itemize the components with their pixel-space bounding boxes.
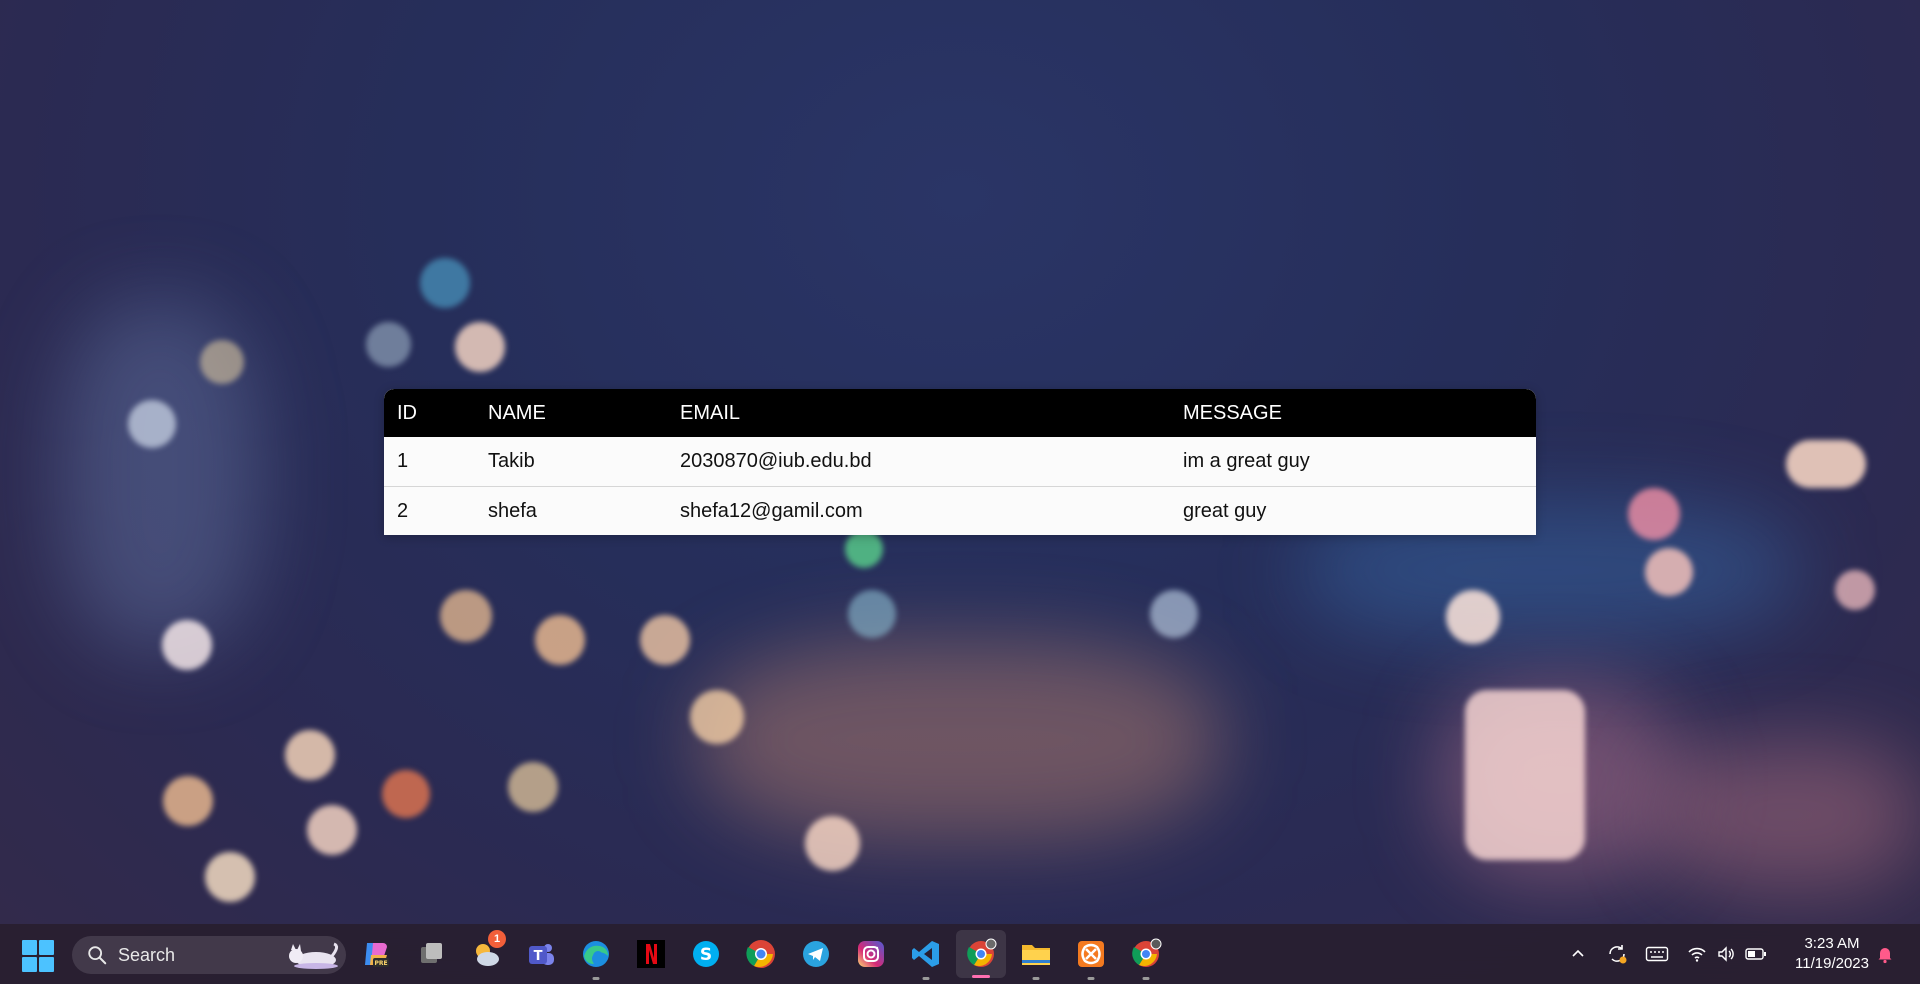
notification-badge: 1 bbox=[488, 930, 506, 948]
windows-logo-icon bbox=[22, 940, 37, 955]
battery-icon[interactable] bbox=[1743, 941, 1769, 967]
cell-name: shefa bbox=[488, 499, 537, 522]
cell-email: shefa12@gamil.com bbox=[680, 499, 863, 522]
start-button[interactable] bbox=[22, 940, 54, 972]
cell-id: 1 bbox=[397, 450, 409, 472]
keyboard-icon[interactable] bbox=[1644, 941, 1670, 967]
search-highlight-cat-icon bbox=[289, 942, 339, 969]
cell-name: Takib bbox=[488, 450, 535, 472]
cell-email: 2030870@iub.edu.bd bbox=[680, 450, 872, 472]
clock-time: 3:23 AM bbox=[1804, 935, 1860, 952]
cell-id: 2 bbox=[397, 499, 409, 522]
table-row: 2 shefa shefa12@gamil.com great guy bbox=[384, 486, 1536, 535]
teams-icon[interactable]: T bbox=[523, 936, 559, 972]
svg-text:S: S bbox=[700, 945, 712, 965]
copilot-icon[interactable]: PRE bbox=[358, 936, 394, 972]
search-icon bbox=[88, 946, 107, 965]
svg-text:PRE: PRE bbox=[374, 960, 387, 967]
column-header-name: NAME bbox=[488, 401, 546, 424]
chrome-icon[interactable] bbox=[743, 936, 779, 972]
file-explorer-icon[interactable] bbox=[1018, 936, 1054, 980]
column-header-message: MESSAGE bbox=[1183, 401, 1282, 424]
taskbar-search-box[interactable]: Search bbox=[72, 936, 346, 974]
volume-icon[interactable] bbox=[1713, 941, 1739, 967]
svg-text:T: T bbox=[534, 949, 543, 964]
instagram-icon[interactable] bbox=[853, 936, 889, 972]
task-view-icon[interactable] bbox=[413, 936, 449, 972]
column-header-id: ID bbox=[397, 401, 417, 424]
edge-icon[interactable] bbox=[578, 936, 614, 980]
search-label: Search bbox=[118, 944, 176, 965]
chrome-profile-2-icon[interactable] bbox=[1128, 936, 1164, 980]
table-header-row: ID NAME EMAIL MESSAGE bbox=[384, 389, 1536, 437]
column-header-email: EMAIL bbox=[680, 401, 741, 424]
netflix-icon[interactable] bbox=[633, 936, 669, 972]
cell-message: great guy bbox=[1183, 499, 1267, 522]
telegram-icon[interactable] bbox=[798, 936, 834, 972]
notification-bell-icon[interactable] bbox=[1872, 941, 1898, 967]
show-hidden-icons-chevron-icon[interactable] bbox=[1565, 941, 1591, 967]
vscode-icon[interactable] bbox=[908, 936, 944, 980]
system-clock[interactable]: 3:23 AM 11/19/2023 bbox=[1782, 934, 1882, 974]
skype-icon[interactable]: S bbox=[688, 936, 724, 972]
table-row: 1 Takib 2030870@iub.edu.bd im a great gu… bbox=[384, 437, 1536, 486]
chrome-profile-icon[interactable] bbox=[956, 930, 1006, 978]
data-table: ID NAME EMAIL MESSAGE 1 Takib 2030870@iu… bbox=[384, 389, 1536, 535]
taskbar: Search PRE 1 T S 3:23 AM 11/19/2023 bbox=[0, 924, 1920, 984]
clock-date: 11/19/2023 bbox=[1795, 955, 1869, 972]
cell-message: im a great guy bbox=[1183, 450, 1310, 472]
system-tray bbox=[1565, 924, 1591, 984]
wifi-icon[interactable] bbox=[1684, 941, 1710, 967]
sync-icon[interactable] bbox=[1604, 941, 1630, 967]
xampp-icon[interactable] bbox=[1073, 936, 1109, 980]
widgets-icon[interactable]: 1 bbox=[468, 930, 506, 972]
